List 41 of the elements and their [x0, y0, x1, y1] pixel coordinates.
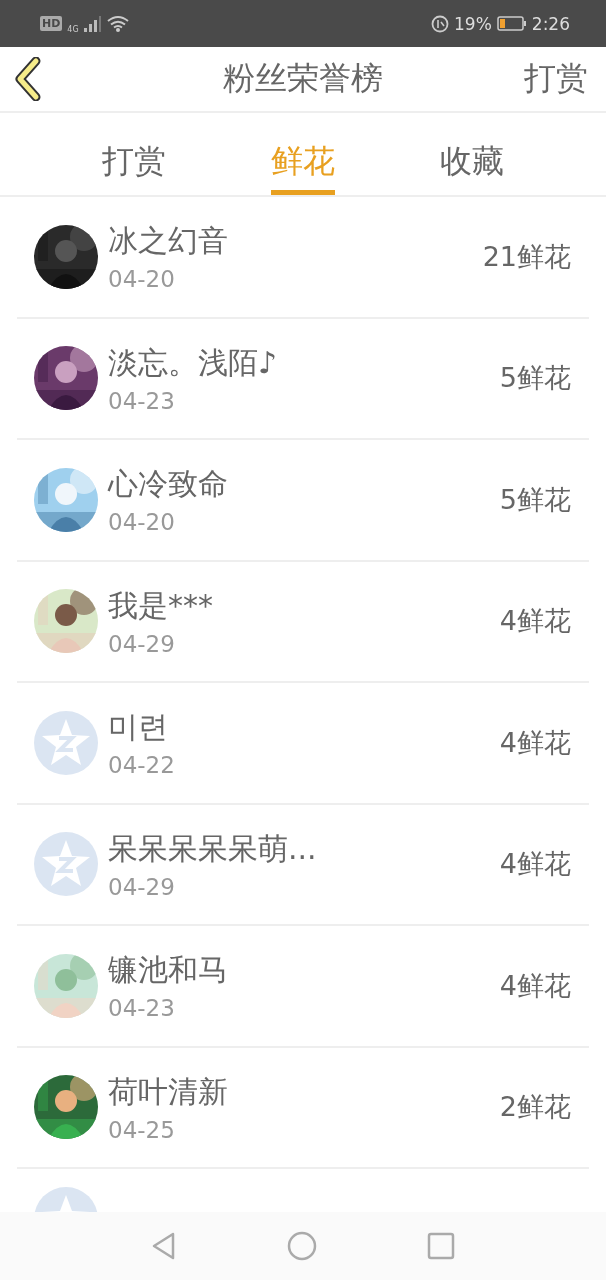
fan-name: 呆呆呆呆呆萌... — [108, 829, 318, 868]
flower-count: 2鲜花 — [499, 1090, 571, 1125]
fan-name: 미련 — [108, 708, 169, 747]
tab[interactable]: 收藏 — [439, 113, 504, 195]
flower-count: 21鲜花 — [482, 239, 571, 274]
hd-badge: HD — [40, 16, 63, 31]
default-avatar-icon — [34, 710, 98, 775]
date-label: 04-23 — [108, 995, 176, 1022]
flower-count: 5鲜花 — [499, 482, 571, 517]
date-label: 04-23 — [108, 387, 176, 414]
fan-name: 冰之幻音 — [108, 222, 229, 261]
page-title: 粉丝荣誉榜 — [223, 58, 383, 99]
date-label: 04-29 — [108, 873, 176, 900]
battery-icon — [496, 16, 527, 31]
tab[interactable]: 打赏 — [102, 113, 167, 195]
fan-name: 淡忘。浅陌♪ — [108, 343, 279, 382]
wifi-icon — [106, 15, 129, 32]
fan-name: 我是*** — [108, 586, 214, 625]
default-avatar-icon — [34, 832, 98, 897]
back-icon[interactable] — [151, 1232, 177, 1260]
signal-icon — [83, 15, 102, 32]
flower-count: 4鲜花 — [499, 968, 571, 1003]
date-label: 04-29 — [108, 630, 176, 657]
fan-name: 镰池和马 — [108, 951, 229, 990]
flower-count: 4鲜花 — [499, 604, 571, 639]
data-saver-icon — [431, 14, 449, 33]
fan-name: 心冷致命 — [108, 465, 229, 504]
battery-percent: 19% — [454, 13, 492, 34]
clock: 2:26 — [531, 13, 570, 34]
network-label: 4G — [67, 25, 79, 34]
home-icon[interactable] — [287, 1231, 317, 1261]
date-label: 04-22 — [108, 752, 176, 779]
reward-button[interactable]: 打赏 — [524, 57, 588, 101]
recents-icon[interactable] — [427, 1232, 455, 1260]
fan-name: 荷叶清新 — [108, 1072, 229, 1111]
flower-count: 4鲜花 — [499, 847, 571, 882]
flower-count: 5鲜花 — [499, 361, 571, 396]
date-label: 04-25 — [108, 1116, 176, 1143]
date-label: 04-20 — [108, 509, 176, 536]
date-label: 04-20 — [108, 266, 176, 293]
flower-count: 4鲜花 — [499, 725, 571, 760]
